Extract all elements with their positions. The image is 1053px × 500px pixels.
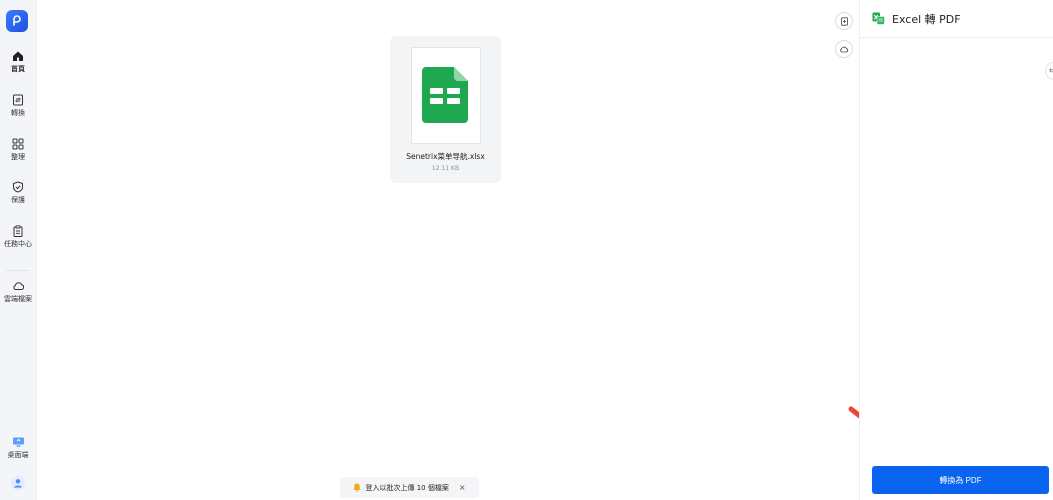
panel-header: Excel 轉 PDF [860,0,1053,38]
cloud-icon [840,46,849,52]
sidebar-item-label: 桌面端 [7,451,29,459]
sidebar-item-home[interactable]: 首頁 [0,50,36,74]
user-avatar[interactable] [0,476,36,493]
cloud-upload-button[interactable] [836,41,852,57]
shield-icon [13,181,23,193]
file-card[interactable]: Senetrix菜单导航.xlsx 12.11 KB [390,36,501,183]
sidebar-item-cloud-files[interactable]: 雲端檔案 [0,280,36,304]
notice-text[interactable]: 登入以批次上傳 10 個檔案 [365,483,448,493]
clipboard-icon [13,225,23,237]
excel-to-pdf-icon [872,12,885,25]
avatar-icon [11,476,25,490]
bell-icon [353,483,362,492]
file-thumbnail [411,47,481,144]
cloud-icon [12,282,24,290]
sidebar-item-convert[interactable]: 轉換 [0,94,36,118]
notice-close-button[interactable]: × [459,483,466,492]
convert-to-pdf-button[interactable]: 轉換為 PDF [872,466,1049,494]
conversion-panel: Excel 轉 PDF ⇆ 轉換為 PDF [859,0,1053,500]
sidebar-item-label: 轉換 [11,109,25,117]
file-size: 12.11 KB [431,165,460,172]
sidebar-item-desktop[interactable]: 桌面端 [0,436,36,460]
home-icon [13,51,23,61]
add-file-icon [840,16,848,26]
panel-collapse-handle[interactable]: ⇆ [1046,63,1053,79]
sidebar-item-label: 任務中心 [4,240,32,248]
login-notice[interactable]: 登入以批次上傳 10 個檔案 × [340,477,479,498]
sidebar-item-organize[interactable]: 整理 [0,138,36,162]
sidebar-divider [6,270,30,271]
app-logo[interactable] [6,10,28,32]
add-file-button[interactable] [836,13,852,29]
sidebar-item-task-center[interactable]: 任務中心 [0,225,36,249]
sidebar-item-label: 首頁 [11,65,25,73]
main-workspace: Senetrix菜单导航.xlsx 12.11 KB [37,0,858,500]
logo-icon [13,15,21,26]
grid-icon [12,138,24,150]
desktop-icon [12,437,24,447]
file-name: Senetrix菜单导航.xlsx [406,152,485,161]
sidebar-item-protect[interactable]: 保護 [0,181,36,205]
sidebar-item-label: 保護 [11,196,25,204]
sidebar: 首頁 轉換 整理 保護 任務中心 雲端檔案 桌面端 [0,0,37,500]
sidebar-item-label: 整理 [11,153,25,161]
convert-icon [13,94,23,106]
sidebar-item-label: 雲端檔案 [4,295,32,303]
panel-title: Excel 轉 PDF [892,12,961,26]
excel-file-icon [422,67,468,123]
